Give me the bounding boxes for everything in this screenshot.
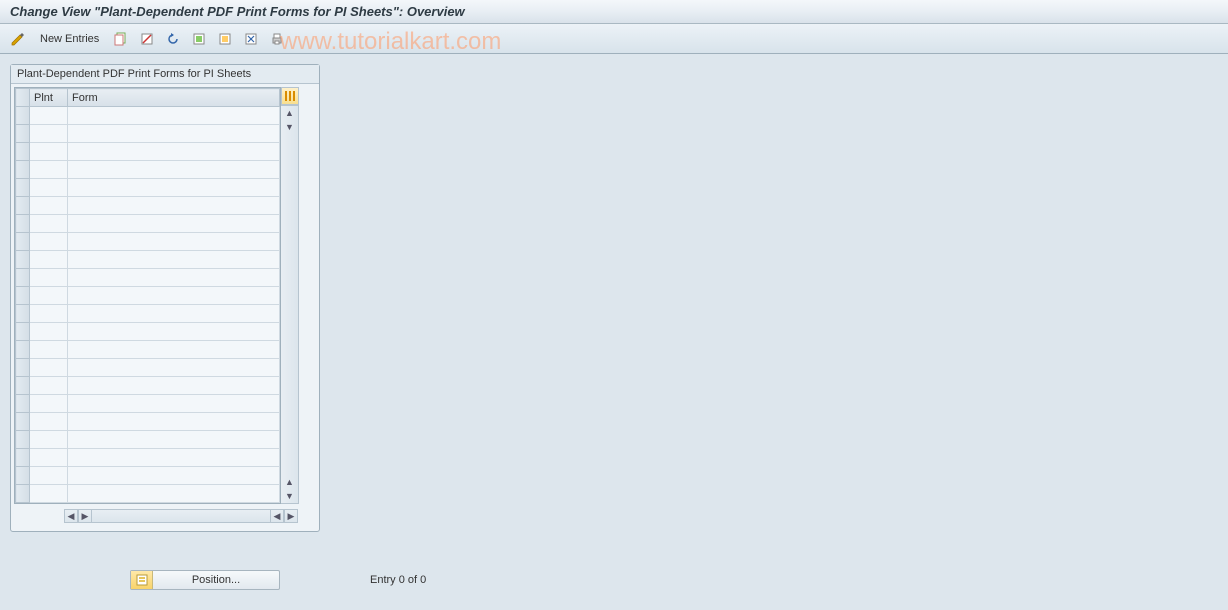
table-row[interactable] (16, 431, 280, 449)
position-icon (131, 571, 153, 589)
table-row[interactable] (16, 125, 280, 143)
table-row[interactable] (16, 305, 280, 323)
main-area: Plant-Dependent PDF Print Forms for PI S… (0, 54, 1228, 610)
table-row[interactable] (16, 251, 280, 269)
table-row[interactable] (16, 107, 280, 125)
scroll-right-icon[interactable]: ▶ (284, 509, 298, 523)
scroll-down-icon[interactable]: ▼ (283, 489, 297, 503)
deselect-all-icon[interactable] (241, 29, 261, 49)
position-label: Position... (153, 574, 279, 586)
undo-icon[interactable] (163, 29, 183, 49)
toolbar: New Entries (0, 24, 1228, 54)
print-icon[interactable] (267, 29, 287, 49)
scroll-up-icon[interactable]: ▲ (283, 106, 297, 120)
table-row[interactable] (16, 269, 280, 287)
table-row[interactable] (16, 395, 280, 413)
table-row[interactable] (16, 161, 280, 179)
vertical-scrollbar[interactable]: ▲ ▼ ▲ ▼ (281, 105, 299, 504)
table-row[interactable] (16, 359, 280, 377)
table-row[interactable] (16, 467, 280, 485)
scroll-up-icon[interactable]: ▲ (283, 475, 297, 489)
new-entries-button[interactable]: New Entries (34, 31, 105, 47)
table-row[interactable] (16, 377, 280, 395)
table-row[interactable] (16, 143, 280, 161)
window-title: Change View "Plant-Dependent PDF Print F… (0, 0, 1228, 24)
table-panel: Plant-Dependent PDF Print Forms for PI S… (10, 64, 320, 532)
data-grid[interactable]: Plnt Form (14, 87, 281, 504)
position-button[interactable]: Position... (130, 570, 280, 590)
column-header-form[interactable]: Form (68, 89, 280, 107)
row-header-corner[interactable] (16, 89, 30, 107)
table-row[interactable] (16, 179, 280, 197)
select-block-icon[interactable] (215, 29, 235, 49)
table-row[interactable] (16, 485, 280, 503)
table-row[interactable] (16, 287, 280, 305)
panel-title: Plant-Dependent PDF Print Forms for PI S… (11, 65, 319, 84)
table-row[interactable] (16, 233, 280, 251)
copy-icon[interactable] (111, 29, 131, 49)
scroll-down-icon[interactable]: ▼ (283, 120, 297, 134)
table-row[interactable] (16, 341, 280, 359)
table-row[interactable] (16, 449, 280, 467)
horizontal-scrollbar[interactable]: ◀ ▶ ◀ ▶ (14, 507, 316, 525)
table-row[interactable] (16, 197, 280, 215)
table-row[interactable] (16, 413, 280, 431)
entry-count-text: Entry 0 of 0 (370, 574, 426, 586)
table-settings-icon[interactable] (281, 87, 299, 105)
footer: Position... Entry 0 of 0 (130, 570, 426, 590)
select-all-icon[interactable] (189, 29, 209, 49)
delete-icon[interactable] (137, 29, 157, 49)
column-header-plnt[interactable]: Plnt (30, 89, 68, 107)
scroll-right-icon[interactable]: ▶ (78, 509, 92, 523)
scroll-left-icon[interactable]: ◀ (270, 509, 284, 523)
table-row[interactable] (16, 215, 280, 233)
toggle-change-icon[interactable] (8, 29, 28, 49)
scroll-left-icon[interactable]: ◀ (64, 509, 78, 523)
table-row[interactable] (16, 323, 280, 341)
